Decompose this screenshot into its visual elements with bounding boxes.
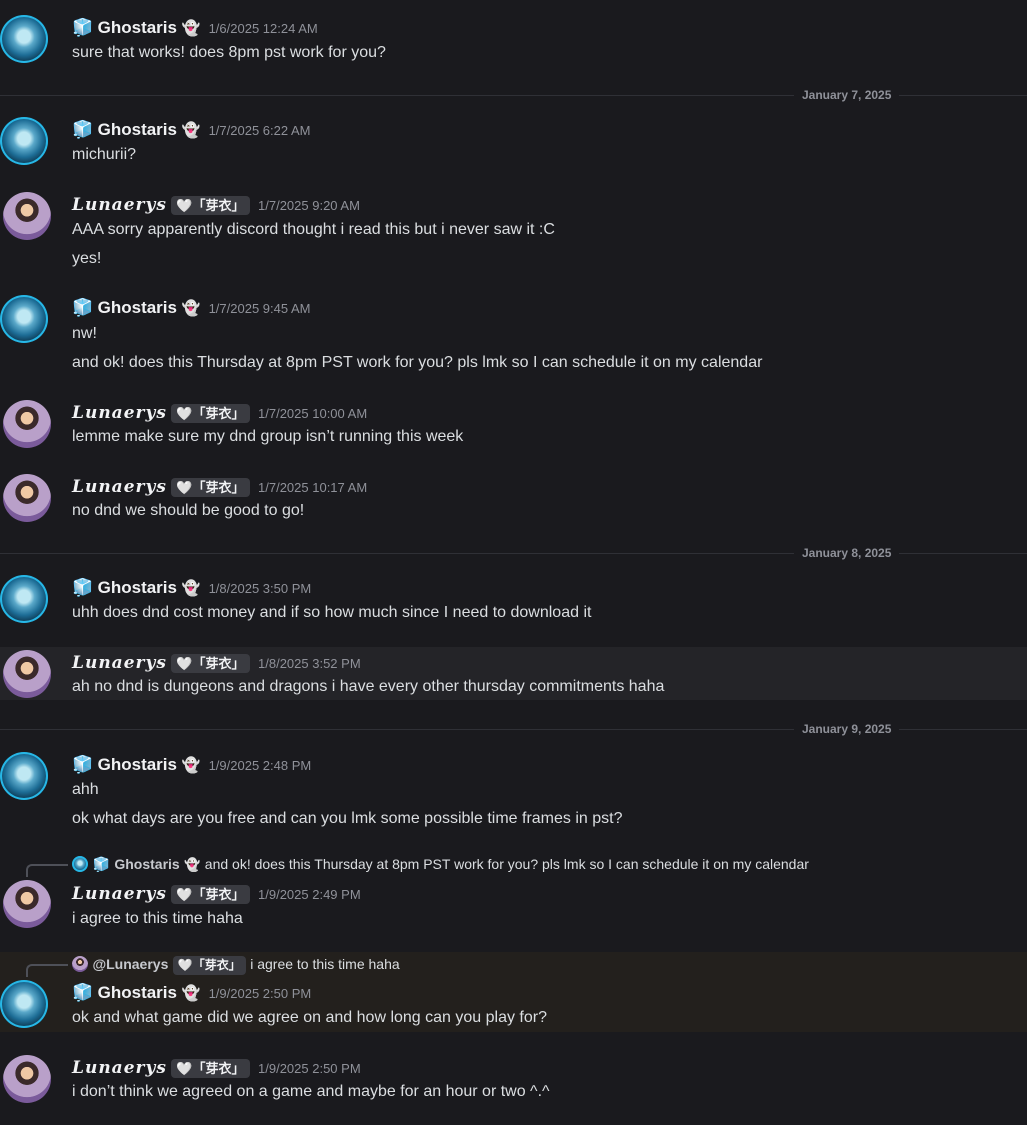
avatar-lunaerys[interactable] bbox=[3, 650, 51, 698]
message-text: i don’t think we agreed on a game and ma… bbox=[72, 1083, 550, 1100]
reply-mention[interactable]: @Lunaerys bbox=[92, 956, 168, 972]
username-lunaerys[interactable]: Lunaerys bbox=[72, 195, 167, 215]
message-text: uhh does dnd cost money and if so how mu… bbox=[72, 604, 592, 621]
username-ghostaris[interactable]: Ghostaris bbox=[98, 578, 177, 597]
timestamp[interactable]: 1/7/2025 10:17 AM bbox=[258, 480, 367, 495]
cube-emoji: 🧊 bbox=[72, 120, 94, 139]
role-tag[interactable]: 🤍「芽衣」 bbox=[171, 654, 250, 673]
timestamp[interactable]: 1/8/2025 3:52 PM bbox=[258, 656, 361, 671]
username-ghostaris[interactable]: Ghostaris bbox=[98, 18, 177, 37]
cube-emoji: 🧊 bbox=[72, 755, 94, 774]
avatar-lunaerys[interactable] bbox=[3, 192, 51, 240]
role-tag[interactable]: 🤍「芽衣」 bbox=[171, 404, 250, 423]
role-tag[interactable]: 🤍「芽衣」 bbox=[171, 1059, 250, 1078]
ghost-emoji: 👻 bbox=[184, 857, 201, 872]
message-text: michurii? bbox=[72, 146, 137, 163]
avatar-ghostaris[interactable] bbox=[0, 980, 48, 1028]
timestamp[interactable]: 1/7/2025 9:45 AM bbox=[209, 301, 311, 316]
avatar-lunaerys[interactable] bbox=[3, 474, 51, 522]
avatar-ghostaris[interactable] bbox=[0, 117, 48, 165]
ghost-emoji: 👻 bbox=[181, 20, 201, 37]
timestamp[interactable]: 1/9/2025 2:50 PM bbox=[209, 986, 312, 1001]
ghost-emoji: 👻 bbox=[181, 300, 201, 317]
message-text: ok and what game did we agree on and how… bbox=[72, 1009, 547, 1026]
timestamp[interactable]: 1/7/2025 6:22 AM bbox=[209, 123, 311, 138]
cube-emoji: 🧊 bbox=[92, 856, 110, 872]
role-tag[interactable]: 🤍「芽衣」 bbox=[171, 885, 250, 904]
reply-preview[interactable]: 🧊 Ghostaris 👻 and ok! does this Thursday… bbox=[72, 856, 809, 874]
ghost-emoji: 👻 bbox=[181, 757, 201, 774]
message-header: Lunaerys 🤍「芽衣」 1/8/2025 3:52 PM bbox=[72, 653, 361, 673]
reply-text[interactable]: and ok! does this Thursday at 8pm PST wo… bbox=[205, 856, 809, 872]
message-header: Lunaerys 🤍「芽衣」 1/7/2025 9:20 AM bbox=[72, 195, 360, 215]
message-header: 🧊 Ghostaris 👻 1/8/2025 3:50 PM bbox=[72, 578, 311, 598]
avatar-lunaerys[interactable] bbox=[3, 400, 51, 448]
cube-emoji: 🧊 bbox=[72, 578, 94, 597]
username-lunaerys[interactable]: Lunaerys bbox=[72, 884, 167, 904]
avatar-ghostaris[interactable] bbox=[0, 295, 48, 343]
message-text: lemme make sure my dnd group isn’t runni… bbox=[72, 428, 464, 445]
message-text: ahh bbox=[72, 781, 99, 798]
reply-avatar bbox=[72, 956, 88, 972]
message-header: Lunaerys 🤍「芽衣」 1/7/2025 10:00 AM bbox=[72, 403, 367, 423]
ghost-emoji: 👻 bbox=[181, 985, 201, 1002]
message-text: sure that works! does 8pm pst work for y… bbox=[72, 44, 386, 61]
ghost-emoji: 👻 bbox=[181, 580, 201, 597]
role-tag[interactable]: 🤍「芽衣」 bbox=[172, 956, 246, 975]
timestamp[interactable]: 1/9/2025 2:49 PM bbox=[258, 887, 361, 902]
message-text: ok what days are you free and can you lm… bbox=[72, 810, 623, 827]
message-header: 🧊 Ghostaris 👻 1/6/2025 12:24 AM bbox=[72, 18, 318, 38]
message-header: Lunaerys 🤍「芽衣」 1/9/2025 2:50 PM bbox=[72, 1058, 361, 1078]
timestamp[interactable]: 1/7/2025 10:00 AM bbox=[258, 406, 367, 421]
message-text: i agree to this time haha bbox=[72, 910, 243, 927]
username-lunaerys[interactable]: Lunaerys bbox=[72, 403, 167, 423]
message-text: and ok! does this Thursday at 8pm PST wo… bbox=[72, 354, 763, 371]
timestamp[interactable]: 1/7/2025 9:20 AM bbox=[258, 198, 360, 213]
ghost-emoji: 👻 bbox=[181, 122, 201, 139]
avatar-ghostaris[interactable] bbox=[0, 15, 48, 63]
role-tag[interactable]: 🤍「芽衣」 bbox=[171, 478, 250, 497]
message-header: 🧊 Ghostaris 👻 1/7/2025 9:45 AM bbox=[72, 298, 311, 318]
cube-emoji: 🧊 bbox=[72, 983, 94, 1002]
username-ghostaris[interactable]: Ghostaris bbox=[98, 983, 177, 1002]
message-text: ah no dnd is dungeons and dragons i have… bbox=[72, 678, 665, 695]
timestamp[interactable]: 1/6/2025 12:24 AM bbox=[209, 21, 318, 36]
date-divider-label: January 9, 2025 bbox=[794, 722, 900, 736]
reply-text[interactable]: i agree to this time haha bbox=[250, 956, 399, 972]
avatar-ghostaris[interactable] bbox=[0, 752, 48, 800]
reply-avatar bbox=[72, 856, 88, 872]
message-text: nw! bbox=[72, 325, 97, 342]
message-header: 🧊 Ghostaris 👻 1/7/2025 6:22 AM bbox=[72, 120, 311, 140]
message-text: no dnd we should be good to go! bbox=[72, 502, 305, 519]
date-divider-label: January 7, 2025 bbox=[794, 88, 900, 102]
role-tag[interactable]: 🤍「芽衣」 bbox=[171, 196, 250, 215]
cube-emoji: 🧊 bbox=[72, 18, 94, 37]
username-ghostaris[interactable]: Ghostaris bbox=[98, 298, 177, 317]
reply-username[interactable]: Ghostaris bbox=[114, 856, 179, 872]
timestamp[interactable]: 1/9/2025 2:50 PM bbox=[258, 1061, 361, 1076]
username-lunaerys[interactable]: Lunaerys bbox=[72, 1058, 167, 1078]
timestamp[interactable]: 1/9/2025 2:48 PM bbox=[209, 758, 312, 773]
username-ghostaris[interactable]: Ghostaris bbox=[98, 755, 177, 774]
message-header: Lunaerys 🤍「芽衣」 1/9/2025 2:49 PM bbox=[72, 884, 361, 904]
message-text: yes! bbox=[72, 250, 102, 267]
message-header: 🧊 Ghostaris 👻 1/9/2025 2:48 PM bbox=[72, 755, 311, 775]
avatar-lunaerys[interactable] bbox=[3, 1055, 51, 1103]
username-lunaerys[interactable]: Lunaerys bbox=[72, 653, 167, 673]
avatar-ghostaris[interactable] bbox=[0, 575, 48, 623]
message-text: AAA sorry apparently discord thought i r… bbox=[72, 221, 555, 238]
avatar-lunaerys[interactable] bbox=[3, 880, 51, 928]
message-header: Lunaerys 🤍「芽衣」 1/7/2025 10:17 AM bbox=[72, 477, 367, 497]
message-header: 🧊 Ghostaris 👻 1/9/2025 2:50 PM bbox=[72, 983, 311, 1003]
reply-connector bbox=[26, 864, 68, 877]
timestamp[interactable]: 1/8/2025 3:50 PM bbox=[209, 581, 312, 596]
cube-emoji: 🧊 bbox=[72, 298, 94, 317]
reply-preview[interactable]: @Lunaerys 🤍「芽衣」 i agree to this time hah… bbox=[72, 956, 400, 975]
reply-connector bbox=[26, 964, 68, 977]
username-ghostaris[interactable]: Ghostaris bbox=[98, 120, 177, 139]
username-lunaerys[interactable]: Lunaerys bbox=[72, 477, 167, 497]
date-divider-label: January 8, 2025 bbox=[794, 546, 900, 560]
